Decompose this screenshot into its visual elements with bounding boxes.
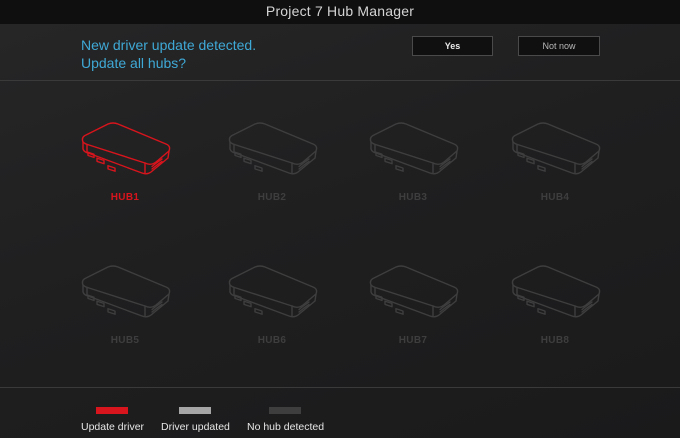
hub-label: HUB6 <box>257 335 287 346</box>
hub-label: HUB4 <box>540 192 570 203</box>
window-title-bar: Project 7 Hub Manager <box>0 0 680 24</box>
hub-label: HUB8 <box>540 335 570 346</box>
hub-device-icon <box>81 265 171 318</box>
legend-label: No hub detected <box>247 421 325 433</box>
main-panel <box>0 24 680 438</box>
legend-label: Update driver <box>81 421 145 433</box>
hub-device-icon <box>81 122 171 175</box>
prompt-line-1: New driver update detected. <box>81 37 257 53</box>
hub-device-icon <box>228 122 318 175</box>
hub-device-icon <box>369 122 459 175</box>
hub-tile-5[interactable]: HUB5 <box>75 265 175 365</box>
legend-label: Driver updated <box>161 421 230 433</box>
hub-label: HUB1 <box>110 192 140 203</box>
legend-swatch-driver-updated <box>179 407 211 414</box>
hub-label: HUB7 <box>398 335 428 346</box>
hub-device-icon <box>369 265 459 318</box>
hub-label: HUB3 <box>398 192 428 203</box>
hub-tile-7[interactable]: HUB7 <box>363 265 463 365</box>
hub-tile-2[interactable]: HUB2 <box>222 122 322 222</box>
hub-device-icon <box>511 122 601 175</box>
hub-device-icon <box>228 265 318 318</box>
update-prompt: New driver update detected. Update all h… <box>81 36 256 72</box>
legend-swatch-no-hub-detected <box>269 407 301 414</box>
yes-button[interactable]: Yes <box>412 36 493 56</box>
hub-tile-4[interactable]: HUB4 <box>505 122 605 222</box>
hub-tile-1[interactable]: HUB1 <box>75 122 175 222</box>
legend-update-driver: Update driver <box>81 407 161 437</box>
hub-label: HUB2 <box>257 192 287 203</box>
hub-tile-8[interactable]: HUB8 <box>505 265 605 365</box>
legend-swatch-update-driver <box>96 407 128 414</box>
hub-label: HUB5 <box>110 335 140 346</box>
legend-no-hub-detected: No hub detected <box>247 407 337 437</box>
bottom-divider <box>0 387 680 388</box>
hub-device-icon <box>511 265 601 318</box>
not-now-button[interactable]: Not now <box>518 36 600 56</box>
window-title: Project 7 Hub Manager <box>265 3 415 19</box>
hub-tile-3[interactable]: HUB3 <box>363 122 463 222</box>
hub-tile-6[interactable]: HUB6 <box>222 265 322 365</box>
legend-driver-updated: Driver updated <box>161 407 241 437</box>
prompt-line-2: Update all hubs? <box>81 55 187 71</box>
top-divider <box>0 80 680 81</box>
